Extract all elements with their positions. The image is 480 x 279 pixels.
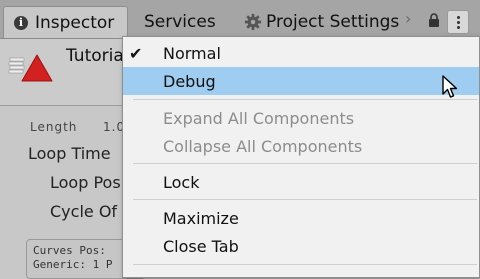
menu-item-debug[interactable]: Debug <box>123 67 479 95</box>
context-menu: ✔ Normal Debug Expand All Components Col… <box>122 36 480 278</box>
info-icon: i <box>14 15 28 30</box>
tab-inspector[interactable]: i Inspector <box>3 6 128 38</box>
mouse-cursor-icon <box>442 75 458 98</box>
menu-item-debug-label: Debug <box>163 71 216 91</box>
cycle-offset-label[interactable]: Cycle Of <box>50 202 117 221</box>
menu-separator <box>133 199 477 200</box>
gear-icon <box>244 13 262 31</box>
tab-project-settings-label: Project Settings <box>266 12 400 32</box>
menu-item-maximize[interactable]: Maximize <box>123 204 479 232</box>
menu-item-lock-label: Lock <box>163 172 200 192</box>
tab-bar: i Inspector Services Project Settings › <box>0 0 480 39</box>
tab-project-settings[interactable]: Project Settings <box>244 6 399 38</box>
menu-item-maximize-label: Maximize <box>163 208 239 228</box>
length-label: Length <box>30 120 78 134</box>
tab-inspector-label: Inspector <box>35 12 115 33</box>
menu-separator <box>133 163 477 164</box>
kebab-menu-icon[interactable] <box>447 10 469 34</box>
loop-time-label[interactable]: Loop Time <box>28 144 111 163</box>
menu-item-close-tab[interactable]: Close Tab <box>123 232 479 260</box>
object-title: Tutoria <box>66 46 124 66</box>
menu-item-expand-all-label: Expand All Components <box>163 108 355 128</box>
menu-separator <box>133 99 477 100</box>
menu-item-lock[interactable]: Lock <box>123 168 479 196</box>
menu-item-collapse-all[interactable]: Collapse All Components <box>123 132 479 160</box>
lock-icon[interactable] <box>428 13 440 27</box>
checkmark-icon: ✔ <box>129 44 143 63</box>
tab-services[interactable]: Services <box>144 6 216 38</box>
tab-services-label: Services <box>144 12 216 32</box>
menu-item-normal-label: Normal <box>163 43 221 63</box>
loop-pose-label[interactable]: Loop Pos <box>50 173 121 192</box>
chevron-right-icon[interactable]: › <box>405 9 411 28</box>
menu-item-expand-all[interactable]: Expand All Components <box>123 104 479 132</box>
menu-separator <box>133 264 477 265</box>
menu-item-close-tab-label: Close Tab <box>163 236 239 256</box>
menu-item-normal[interactable]: ✔ Normal <box>123 39 479 67</box>
warning-icon <box>21 54 53 82</box>
menu-item-collapse-all-label: Collapse All Components <box>163 136 363 156</box>
